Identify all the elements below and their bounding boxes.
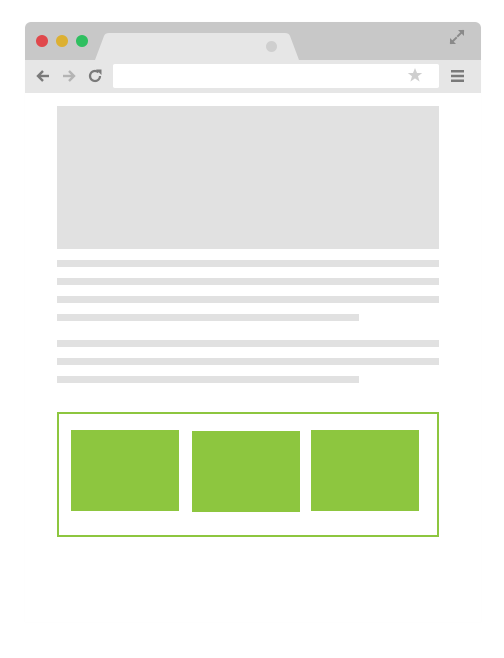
hero-image-placeholder bbox=[57, 106, 439, 249]
address-bar-input[interactable] bbox=[113, 64, 439, 88]
arrow-left-icon[interactable] bbox=[35, 68, 51, 84]
expand-arrows-icon[interactable] bbox=[449, 29, 465, 45]
title-bar bbox=[25, 22, 481, 60]
text-line-placeholder bbox=[57, 340, 439, 347]
browser-tab[interactable] bbox=[95, 33, 301, 60]
text-line-placeholder bbox=[57, 260, 439, 267]
minimize-window-button[interactable] bbox=[56, 35, 68, 47]
text-line-placeholder bbox=[57, 358, 439, 365]
feature-card[interactable] bbox=[311, 430, 419, 511]
browser-toolbar bbox=[25, 60, 481, 93]
text-line-placeholder bbox=[57, 376, 359, 383]
reload-icon[interactable] bbox=[87, 68, 103, 84]
arrow-right-icon[interactable] bbox=[61, 68, 77, 84]
star-icon[interactable] bbox=[407, 67, 423, 83]
close-dot-icon[interactable] bbox=[266, 41, 277, 52]
highlighted-card-row bbox=[57, 412, 439, 537]
feature-card[interactable] bbox=[71, 430, 179, 511]
zoom-window-button[interactable] bbox=[76, 35, 88, 47]
hamburger-menu-icon[interactable] bbox=[451, 69, 464, 83]
close-window-button[interactable] bbox=[36, 35, 48, 47]
text-line-placeholder bbox=[57, 278, 439, 285]
text-line-placeholder bbox=[57, 314, 359, 321]
feature-card[interactable] bbox=[192, 431, 300, 512]
text-line-placeholder bbox=[57, 296, 439, 303]
